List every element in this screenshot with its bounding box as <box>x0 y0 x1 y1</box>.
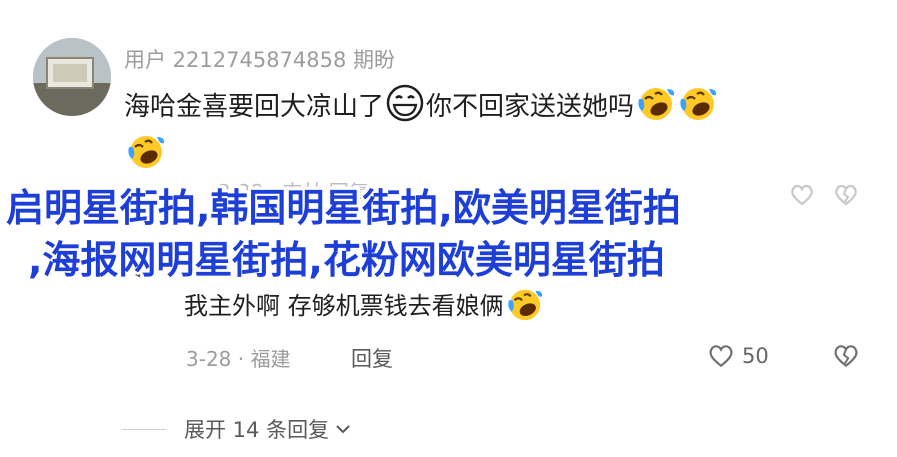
reply-button[interactable]: 回复 <box>351 343 393 373</box>
grin-emoji-icon <box>385 83 425 123</box>
like-count: 50 <box>742 344 769 368</box>
broken-heart-icon[interactable] <box>832 342 860 370</box>
laugh-cry-emoji-icon <box>635 83 675 123</box>
expand-replies-button[interactable]: 展开 14 条回复 <box>184 414 353 444</box>
reply-text: 我主外啊 存够机票钱去看娘俩 <box>184 285 544 323</box>
heart-icon[interactable] <box>789 182 815 208</box>
laugh-cry-emoji-icon <box>677 83 717 123</box>
comment-username[interactable]: 用户 2212745874858 期盼 <box>124 44 395 74</box>
comment-text-part2: 你不回家送送她吗 <box>426 92 635 122</box>
like-button[interactable]: 50 <box>706 341 769 371</box>
divider <box>122 429 166 430</box>
chevron-down-icon <box>336 425 350 434</box>
broken-heart-icon[interactable] <box>833 182 859 208</box>
expand-replies-label: 展开 14 条回复 <box>184 418 330 442</box>
reply-text-body: 我主外啊 存够机票钱去看娘俩 <box>184 292 504 320</box>
overlay-line-1: 启明星街拍,韩国明星街拍,欧美明星街拍 <box>6 186 681 230</box>
laugh-cry-emoji-icon <box>505 285 543 323</box>
avatar[interactable] <box>33 38 111 116</box>
comment-text: 海哈金喜要回大凉山了 你不回家送送她吗 <box>124 83 854 179</box>
comment-text-part1: 海哈金喜要回大凉山了 <box>124 92 385 122</box>
reply-date-location: 3-28 · 福建 <box>186 347 291 371</box>
laugh-cry-emoji-icon <box>125 131 165 171</box>
heart-icon <box>709 345 733 368</box>
overlay-line-2: ,海报网明星街拍,花粉网欧美明星街拍 <box>28 238 665 282</box>
